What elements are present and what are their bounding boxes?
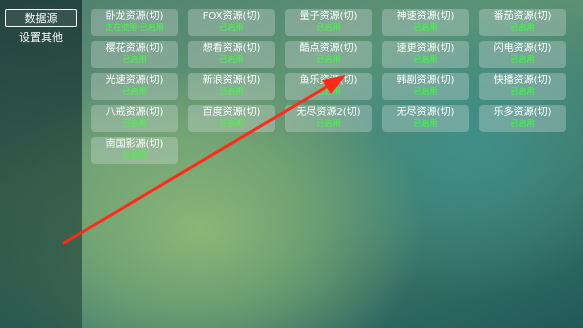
source-status: 已启用 — [122, 55, 147, 64]
source-name: 量子资源(切) — [299, 11, 358, 22]
source-tile[interactable]: 八戒资源(切) 已启用 — [91, 105, 178, 132]
source-tile[interactable]: 樱花资源(切) 已启用 — [91, 41, 178, 68]
source-status: 已启用 — [413, 23, 438, 32]
source-tile[interactable]: 光速资源(切) 已启用 — [91, 73, 178, 100]
source-status: 已启用 — [219, 119, 244, 128]
source-status: 已启用 — [510, 87, 535, 96]
source-tile[interactable]: 速更资源(切) 已启用 — [382, 41, 469, 68]
source-status: 已启用 — [316, 87, 341, 96]
sidebar-item-data-source[interactable]: 数据源 — [5, 9, 77, 27]
source-tile[interactable]: 番茄资源(切) 已启用 — [479, 9, 566, 36]
source-status: 已启用 — [219, 23, 244, 32]
source-name: 光速资源(切) — [105, 75, 164, 86]
source-name: 卧龙资源(切) — [105, 11, 164, 22]
source-status: 已启用 — [316, 23, 341, 32]
source-name: 神速资源(切) — [396, 11, 455, 22]
source-name: 南国影源(切) — [105, 139, 164, 150]
source-name: 乐多资源(切) — [493, 107, 552, 118]
source-status: 已启用 — [219, 55, 244, 64]
source-status: 已启用 — [510, 23, 535, 32]
source-tile[interactable]: 闪电资源(切) 已启用 — [479, 41, 566, 68]
source-status: 已启用 — [122, 87, 147, 96]
source-name: 无尽资源(切) — [396, 107, 455, 118]
source-status: 已启用 — [413, 119, 438, 128]
source-name: 新浪资源(切) — [202, 75, 261, 86]
source-name: FOX资源(切) — [202, 11, 261, 22]
source-status: 已启用 — [413, 55, 438, 64]
source-name: 闪电资源(切) — [493, 43, 552, 54]
source-status: 已启用 — [122, 119, 147, 128]
source-tile[interactable]: 南国影源(切) 已启用 — [91, 137, 178, 164]
source-tile[interactable]: FOX资源(切) 已启用 — [188, 9, 275, 36]
source-status: 已启用 — [316, 55, 341, 64]
source-status: 已启用 — [413, 87, 438, 96]
source-tile[interactable]: 酷点资源(切) 已启用 — [285, 41, 372, 68]
source-tile[interactable]: 新浪资源(切) 已启用 — [188, 73, 275, 100]
source-name: 番茄资源(切) — [493, 11, 552, 22]
source-name: 韩剧资源(切) — [396, 75, 455, 86]
source-name: 鱼乐资源(切) — [299, 75, 358, 86]
source-tile[interactable]: 卧龙资源(切) 正在使用·已启用 — [91, 9, 178, 36]
source-name: 百度资源(切) — [202, 107, 261, 118]
source-name: 想看资源(切) — [202, 43, 261, 54]
sidebar: 数据源 设置其他 — [0, 0, 82, 328]
source-name: 酷点资源(切) — [299, 43, 358, 54]
source-tile[interactable]: 鱼乐资源(切) 已启用 — [285, 73, 372, 100]
source-name: 快播资源(切) — [493, 75, 552, 86]
source-status: 已启用 — [219, 87, 244, 96]
source-name: 无尽资源2(切) — [296, 107, 361, 118]
source-status: 已启用 — [316, 119, 341, 128]
source-name: 速更资源(切) — [396, 43, 455, 54]
source-status: 正在使用·已启用 — [105, 23, 164, 32]
source-tile[interactable]: 乐多资源(切) 已启用 — [479, 105, 566, 132]
source-name: 八戒资源(切) — [105, 107, 164, 118]
source-status: 已启用 — [510, 119, 535, 128]
source-tile[interactable]: 韩剧资源(切) 已启用 — [382, 73, 469, 100]
source-grid: 卧龙资源(切) 正在使用·已启用 FOX资源(切) 已启用 量子资源(切) 已启用 神速资源… — [91, 9, 581, 169]
source-tile[interactable]: 量子资源(切) 已启用 — [285, 9, 372, 36]
source-tile[interactable]: 快播资源(切) 已启用 — [479, 73, 566, 100]
source-tile[interactable]: 无尽资源(切) 已启用 — [382, 105, 469, 132]
source-name: 樱花资源(切) — [105, 43, 164, 54]
source-tile[interactable]: 想看资源(切) 已启用 — [188, 41, 275, 68]
source-status: 已启用 — [510, 55, 535, 64]
sidebar-item-other-settings[interactable]: 设置其他 — [5, 29, 77, 47]
source-tile[interactable]: 无尽资源2(切) 已启用 — [285, 105, 372, 132]
source-tile[interactable]: 神速资源(切) 已启用 — [382, 9, 469, 36]
source-tile[interactable]: 百度资源(切) 已启用 — [188, 105, 275, 132]
source-status: 已启用 — [122, 151, 147, 160]
